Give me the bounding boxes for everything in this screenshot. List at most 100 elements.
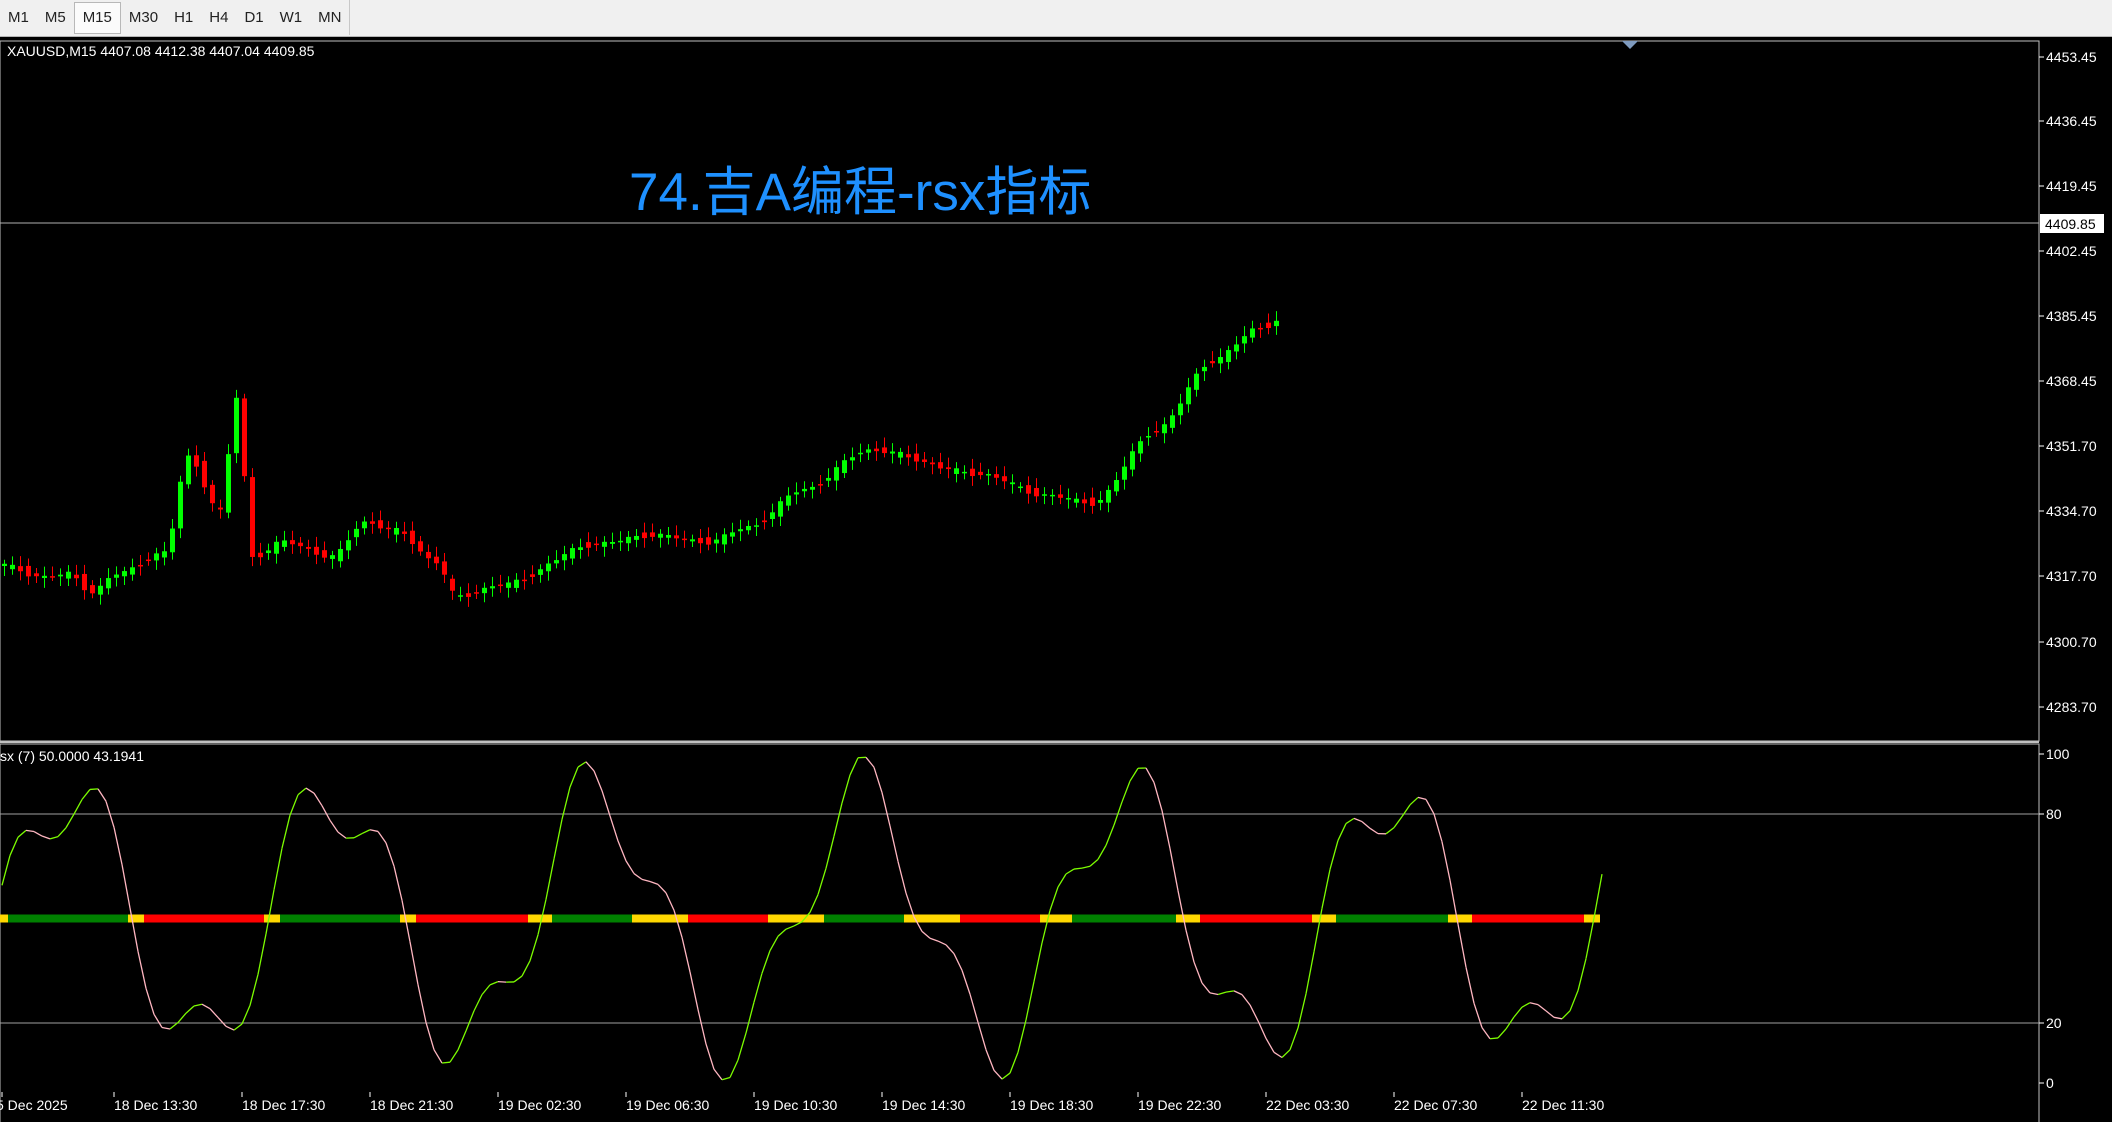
symbol-info: XAUUSD,M15 4407.08 4412.38 4407.04 4409.… xyxy=(7,43,315,59)
candle-body xyxy=(402,531,407,534)
trend-bar-segment xyxy=(416,914,424,923)
candle-body xyxy=(226,454,231,513)
candle-body xyxy=(994,474,999,478)
candle-body xyxy=(178,481,183,529)
timeframe-w1-button[interactable]: W1 xyxy=(272,2,311,34)
candle-body xyxy=(442,561,447,575)
trend-bar-segment xyxy=(40,914,48,923)
trend-bar-segment xyxy=(112,914,120,923)
trend-bar-segment xyxy=(656,914,664,923)
timeframe-h1-button[interactable]: H1 xyxy=(166,2,201,34)
candle-body xyxy=(1122,466,1127,480)
price-tick: 4368.45 xyxy=(2039,373,2097,389)
candle xyxy=(226,444,231,519)
candle-body xyxy=(250,477,255,557)
timeframe-d1-button[interactable]: D1 xyxy=(236,2,271,34)
candle-body xyxy=(42,575,47,579)
chart-window[interactable]: 74.吉A编程-rsx指标 XAUUSD,M15 4407.08 4412.38… xyxy=(0,37,2112,1122)
trend-bar-segment xyxy=(768,914,776,923)
candle-body xyxy=(834,467,839,481)
candle-body xyxy=(274,541,279,554)
trend-bar-segment xyxy=(648,914,656,923)
candle-body xyxy=(74,574,79,579)
trend-bar-segment xyxy=(968,914,976,923)
trend-bar-segment xyxy=(368,914,376,923)
trend-bar-segment xyxy=(664,914,672,923)
trend-bar-segment xyxy=(16,914,24,923)
candle-body xyxy=(658,533,663,538)
trend-bar-segment xyxy=(168,914,176,923)
candle-body xyxy=(890,451,895,454)
trend-bar-segment xyxy=(864,914,872,923)
trend-bar-segment xyxy=(640,914,648,923)
candle-body xyxy=(218,507,223,510)
candle-body xyxy=(298,542,303,547)
candle-body xyxy=(1170,415,1175,428)
timeframe-h4-button[interactable]: H4 xyxy=(201,2,236,34)
candle-body xyxy=(210,484,215,504)
candle-body xyxy=(746,525,751,531)
time-tick-label: 19 Dec 10:30 xyxy=(754,1097,837,1113)
candle-body xyxy=(842,460,847,474)
candle-body xyxy=(170,528,175,553)
trend-bar-segment xyxy=(1088,914,1096,923)
candle-body xyxy=(626,536,631,544)
trend-bar-segment xyxy=(1256,914,1264,923)
trend-bar-segment xyxy=(408,914,416,923)
trend-bar-segment xyxy=(952,914,960,923)
timeframe-m30-button[interactable]: M30 xyxy=(121,2,166,34)
trend-bar-segment xyxy=(1144,914,1152,923)
trend-bar-segment xyxy=(232,914,240,923)
trend-bar-segment xyxy=(400,914,408,923)
trend-bar-segment xyxy=(480,914,488,923)
trend-bar-segment xyxy=(752,914,760,923)
timeframe-mn-button[interactable]: MN xyxy=(310,2,349,34)
candle-body xyxy=(458,595,463,597)
trend-bar-segment xyxy=(160,914,168,923)
candle-body xyxy=(554,560,559,564)
trend-bar-segment xyxy=(576,914,584,923)
trend-bar-segment xyxy=(184,914,192,923)
trend-bar-segment xyxy=(208,914,216,923)
timeframe-m15-button[interactable]: M15 xyxy=(73,1,121,34)
trend-bar-segment xyxy=(1368,914,1376,923)
trend-bar-segment xyxy=(384,914,392,923)
candle-body xyxy=(850,457,855,461)
candle-body xyxy=(186,455,191,485)
trend-bar-segment xyxy=(872,914,880,923)
candle-body xyxy=(1018,486,1023,489)
candle-body xyxy=(794,492,799,495)
trend-bar-segment xyxy=(512,914,520,923)
candle-body xyxy=(538,569,543,575)
candle-body xyxy=(586,542,591,548)
trend-bar-segment xyxy=(1184,914,1192,923)
trend-bar-segment xyxy=(544,914,552,923)
candle-body xyxy=(922,459,927,462)
candle-body xyxy=(34,573,39,577)
trend-bar-segment xyxy=(816,914,824,923)
candle-body xyxy=(1242,336,1247,344)
candle-body xyxy=(1202,366,1207,372)
time-tick-label: 19 Dec 06:30 xyxy=(626,1097,709,1113)
price-tick-label: 4317.70 xyxy=(2046,568,2097,584)
timeframe-m5-button[interactable]: M5 xyxy=(37,2,74,34)
candle-body xyxy=(1002,476,1007,482)
trend-bar-segment xyxy=(280,914,288,923)
trend-bar-segment xyxy=(488,914,496,923)
time-tick-label: 18 Dec 13:30 xyxy=(114,1097,197,1113)
indicator-label: sx (7) 50.0000 43.1941 xyxy=(0,748,144,764)
timeframe-m1-button[interactable]: M1 xyxy=(0,2,37,34)
candle-body xyxy=(514,579,519,588)
candle-body xyxy=(378,520,383,529)
candle-body xyxy=(122,571,127,577)
trend-bar-segment xyxy=(88,914,96,923)
candle-body xyxy=(290,540,295,545)
candle-body xyxy=(234,397,239,454)
trend-bar-segment xyxy=(1336,914,1344,923)
trend-bar-segment xyxy=(1376,914,1384,923)
price-tick: 4351.70 xyxy=(2039,438,2097,454)
trend-bar-segment xyxy=(1192,914,1200,923)
trend-bar-segment xyxy=(1512,914,1520,923)
trend-bar-segment xyxy=(624,914,632,923)
candle xyxy=(242,393,247,482)
